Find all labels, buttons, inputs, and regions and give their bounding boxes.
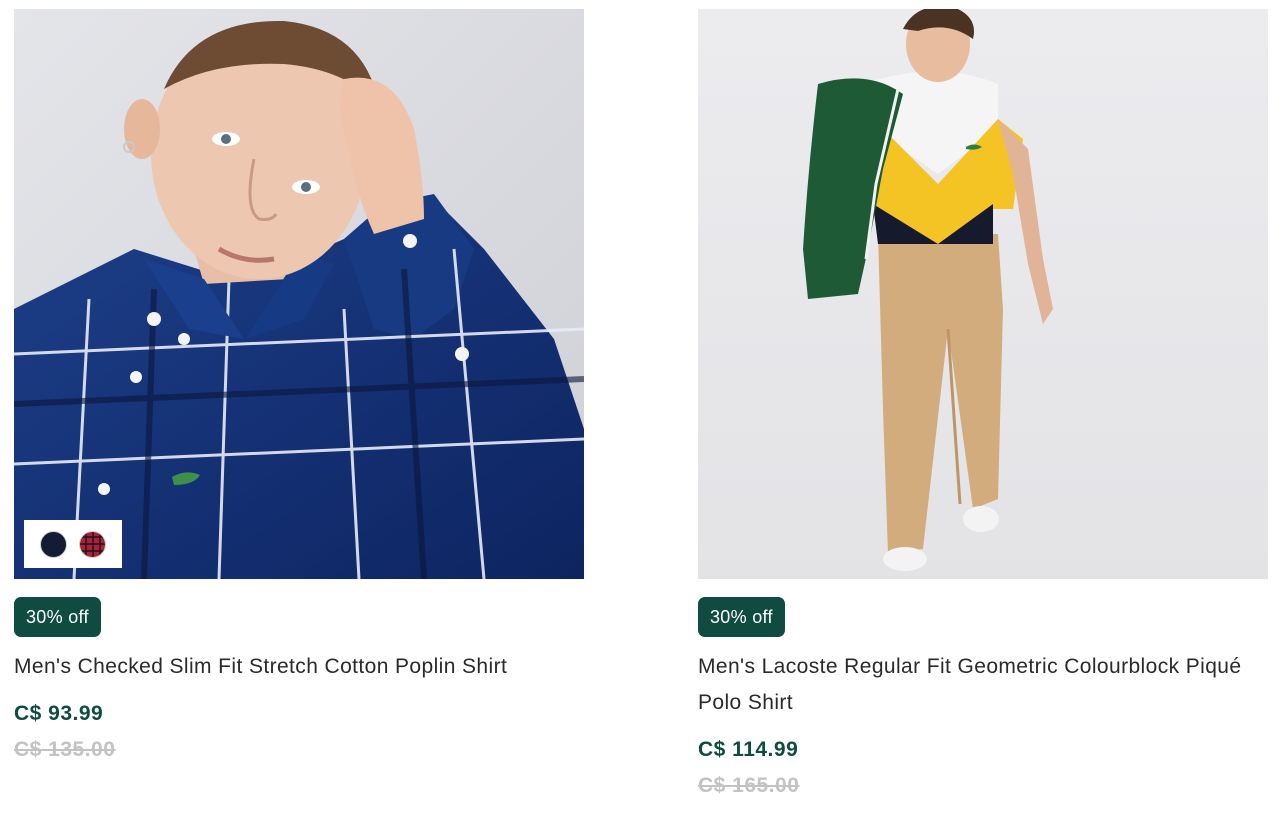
product-card[interactable]: 30% off Men's Checked Slim Fit Stretch C… [14,9,584,765]
product-title[interactable]: Men's Lacoste Regular Fit Geometric Colo… [698,649,1268,721]
product-title[interactable]: Men's Checked Slim Fit Stretch Cotton Po… [14,649,584,685]
sale-price: C$ 93.99 [14,702,104,725]
discount-badge: 30% off [698,597,785,637]
product-card[interactable]: 30% off Men's Lacoste Regular Fit Geomet… [698,9,1268,801]
color-swatches [24,520,122,568]
sale-price: C$ 114.99 [698,738,799,761]
swatch-navy[interactable] [40,530,67,558]
product-photo-shirt [14,9,584,579]
original-price: C$ 135.00 [14,738,116,761]
product-image[interactable] [14,9,584,579]
original-price: C$ 165.00 [698,774,800,797]
discount-badge: 30% off [14,597,101,637]
product-image[interactable] [698,9,1268,579]
product-photo-polo [698,9,1268,579]
swatch-red-check[interactable] [79,530,106,558]
